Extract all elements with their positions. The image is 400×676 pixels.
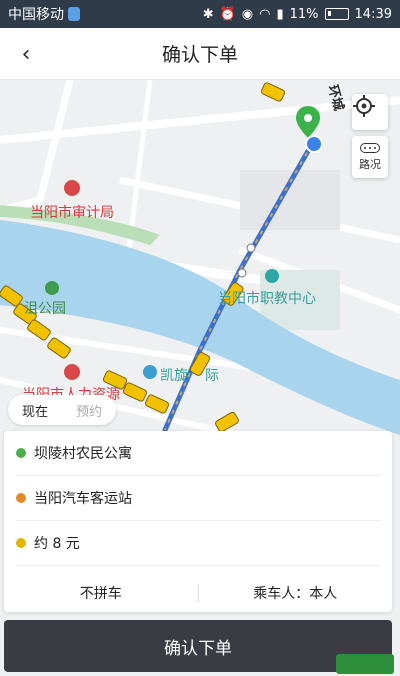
price-text: 约 8 元 (34, 536, 80, 552)
confirm-order-button[interactable]: 确认下单 (4, 620, 392, 672)
watermark-logo (336, 654, 394, 674)
battery-percent: 11% (289, 6, 319, 22)
traffic-label: 路况 (359, 157, 381, 171)
clock: 14:39 (354, 6, 392, 22)
pin-center (304, 114, 312, 122)
price-row[interactable]: 约 8 元 (16, 521, 380, 566)
poi-label: 当阳市职教中心 (218, 291, 316, 307)
poi-label: 沮公园 (24, 301, 66, 317)
tab-now[interactable]: 现在 (8, 401, 62, 420)
carpool-option[interactable]: 不拼车 (4, 583, 198, 603)
passenger-option[interactable]: 乘车人：本人 (199, 583, 393, 603)
battery-icon (324, 8, 349, 20)
poi-bus-icon (237, 268, 247, 278)
destination-row[interactable]: 当阳汽车客运站 (16, 476, 380, 521)
status-right: ✱ ⏰ ◉ ◠ ▮ 11% 14:39 (203, 7, 392, 22)
poi-star-icon (64, 364, 80, 380)
traffic-icon (360, 142, 380, 153)
price-icon (16, 538, 26, 548)
booking-mode-tabs: 现在 预约 (8, 395, 116, 425)
current-location-dot (305, 135, 323, 153)
poi-education-icon (265, 269, 279, 283)
eye-icon: ◉ (241, 6, 254, 22)
poi-bus-icon (246, 243, 256, 253)
traffic-button[interactable]: 路况 (352, 136, 388, 178)
signal-icon: ▮ (276, 6, 284, 22)
poi-label: 当阳市审计局 (30, 205, 114, 221)
page-title: 确认下单 (161, 44, 238, 66)
order-panel: 坝陵村农民公寓 当阳汽车客运站 约 8 元 不拼车 乘车人：本人 (4, 431, 392, 612)
location-status-icon (68, 7, 80, 21)
tab-reserve[interactable]: 预约 (62, 401, 116, 420)
poi-star-icon (64, 180, 80, 196)
options-row: 不拼车 乘车人：本人 (4, 573, 392, 612)
origin-row[interactable]: 坝陵村农民公寓 (16, 431, 380, 476)
poi-label: 际 (205, 368, 219, 384)
poi-label: 凯旋 (160, 368, 188, 384)
bluetooth-icon: ✱ (202, 6, 214, 22)
status-bar: 中国移动 ✱ ⏰ ◉ ◠ ▮ 11% 14:39 (0, 0, 400, 28)
locate-button[interactable] (352, 94, 388, 130)
chevron-left-icon: ‹ (21, 41, 31, 67)
origin-text: 坝陵村农民公寓 (34, 446, 132, 462)
header: ‹ 确认下单 (0, 28, 400, 80)
destination-text: 当阳汽车客运站 (34, 491, 132, 507)
status-left: 中国移动 (8, 4, 80, 24)
destination-pin-icon (16, 493, 26, 503)
alarm-icon: ⏰ (219, 6, 236, 22)
poi-park-icon (45, 281, 59, 295)
back-button[interactable]: ‹ (10, 38, 42, 70)
wifi-icon: ◠ (259, 6, 271, 22)
street (0, 80, 74, 214)
poi-building-icon (143, 365, 157, 379)
origin-pin-icon (16, 448, 26, 458)
crosshair-icon (353, 95, 375, 117)
carrier-name: 中国移动 (8, 7, 64, 23)
